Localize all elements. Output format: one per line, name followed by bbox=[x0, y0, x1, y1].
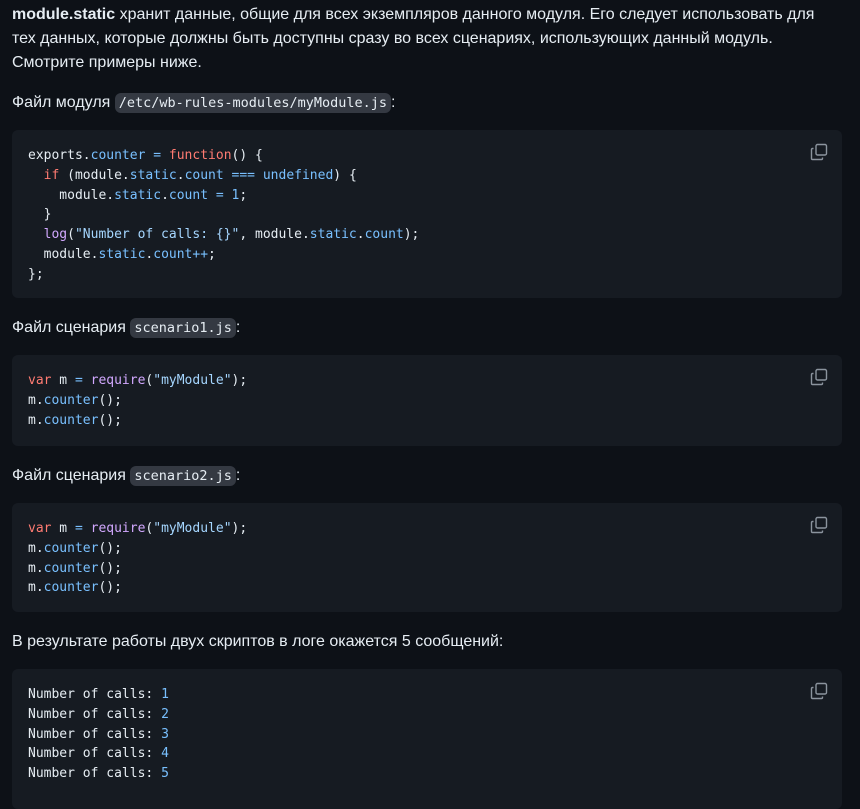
code-token: function bbox=[168, 148, 232, 163]
code-token: , module. bbox=[239, 227, 310, 243]
code-token: (); bbox=[98, 580, 122, 596]
code-token: count bbox=[364, 227, 404, 243]
module-file-label: Файл модуля bbox=[12, 94, 115, 111]
scenario2-file-path: scenario2.js bbox=[130, 466, 236, 486]
code-token: count bbox=[184, 167, 224, 183]
code-token: var bbox=[28, 373, 52, 388]
scenario1-code-block: var m = require("myModule"); m.counter()… bbox=[12, 355, 842, 446]
copy-icon[interactable] bbox=[810, 143, 828, 161]
scenario1-file-suffix: : bbox=[235, 319, 241, 336]
scenario1-code: var m = require("myModule"); m.counter()… bbox=[28, 371, 247, 430]
code-token: "myModule" bbox=[153, 373, 232, 388]
code-token: 5 bbox=[161, 766, 169, 782]
code-token: = bbox=[74, 373, 83, 388]
code-token: static bbox=[114, 187, 162, 203]
scenario2-file-suffix: : bbox=[235, 467, 241, 484]
code-token: Number of calls: bbox=[28, 766, 154, 782]
intro-paragraph: module.static хранит данные, общие для в… bbox=[12, 3, 842, 75]
code-token: Number of calls: bbox=[28, 687, 162, 702]
code-token: Number of calls: bbox=[28, 746, 154, 762]
intro-text: хранит данные, общие для всех экземпляро… bbox=[12, 6, 815, 71]
code-token: = bbox=[208, 187, 232, 203]
code-token: ( bbox=[67, 227, 75, 243]
code-token: . bbox=[356, 227, 365, 243]
code-token: 4 bbox=[161, 746, 169, 762]
copy-icon[interactable] bbox=[810, 516, 828, 534]
code-token: 3 bbox=[161, 726, 169, 742]
module-code-block: exports.counter = function() { if (modul… bbox=[12, 130, 842, 298]
scenario1-file-label: Файл сценария bbox=[12, 319, 131, 336]
code-token: count bbox=[153, 246, 193, 262]
code-token: ++ bbox=[192, 246, 209, 262]
code-token: = bbox=[74, 521, 83, 536]
scenario1-file-caption: Файл сценария scenario1.js: bbox=[12, 316, 842, 340]
scenario2-code-block: var m = require("myModule"); m.counter()… bbox=[12, 503, 842, 612]
code-token: . bbox=[161, 187, 169, 203]
code-token: 1 bbox=[161, 687, 169, 702]
code-token: counter bbox=[43, 412, 99, 428]
code-token: if bbox=[43, 167, 60, 183]
module-file-path: /etc/wb-rules-modules/myModule.js bbox=[114, 93, 391, 113]
module-file-caption: Файл модуля /etc/wb-rules-modules/myModu… bbox=[12, 91, 842, 115]
code-token: counter bbox=[43, 540, 99, 556]
code-token: static bbox=[98, 246, 146, 262]
scenario2-code: var m = require("myModule"); m.counter()… bbox=[28, 519, 247, 598]
code-token: exports. bbox=[28, 148, 91, 163]
code-token: Number of calls: bbox=[28, 706, 154, 722]
log-output-block: Number of calls: 1 Number of calls: 2 Nu… bbox=[12, 669, 842, 809]
code-token: (); bbox=[98, 412, 122, 428]
code-token: var bbox=[28, 521, 52, 536]
code-token: require bbox=[90, 521, 146, 536]
code-token: "Number of calls: {}" bbox=[74, 227, 240, 243]
code-token: counter bbox=[43, 392, 99, 408]
code-token: count bbox=[168, 187, 209, 203]
code-token: log bbox=[43, 227, 68, 243]
code-token: "myModule" bbox=[153, 521, 232, 536]
code-token: counter bbox=[43, 560, 99, 576]
copy-icon[interactable] bbox=[810, 368, 828, 386]
code-token: === bbox=[223, 167, 263, 183]
code-token: (module. bbox=[59, 167, 130, 183]
code-token: . bbox=[176, 167, 185, 183]
code-token: static bbox=[129, 167, 177, 183]
document-content: module.static хранит данные, общие для в… bbox=[0, 0, 860, 809]
module-file-suffix: : bbox=[390, 94, 396, 111]
result-paragraph: В результате работы двух скриптов в логе… bbox=[12, 633, 504, 650]
module-code: exports.counter = function() { if (modul… bbox=[28, 146, 419, 285]
code-token: static bbox=[309, 227, 357, 243]
code-token: Number of calls: bbox=[28, 726, 154, 742]
scenario2-file-caption: Файл сценария scenario2.js: bbox=[12, 464, 842, 488]
copy-icon[interactable] bbox=[810, 682, 828, 700]
code-token: m bbox=[51, 373, 75, 388]
code-token: 2 bbox=[161, 706, 169, 722]
code-token: counter bbox=[90, 148, 146, 163]
log-output: Number of calls: 1 Number of calls: 2 Nu… bbox=[28, 685, 169, 784]
code-token: require bbox=[90, 373, 146, 388]
scenario2-file-label: Файл сценария bbox=[12, 467, 131, 484]
code-token: undefined bbox=[262, 167, 334, 183]
code-token: m bbox=[51, 521, 75, 536]
intro-term: module.static bbox=[12, 6, 116, 23]
scenario1-file-path: scenario1.js bbox=[130, 318, 236, 338]
code-token: counter bbox=[43, 580, 99, 596]
code-token: = bbox=[145, 148, 169, 163]
